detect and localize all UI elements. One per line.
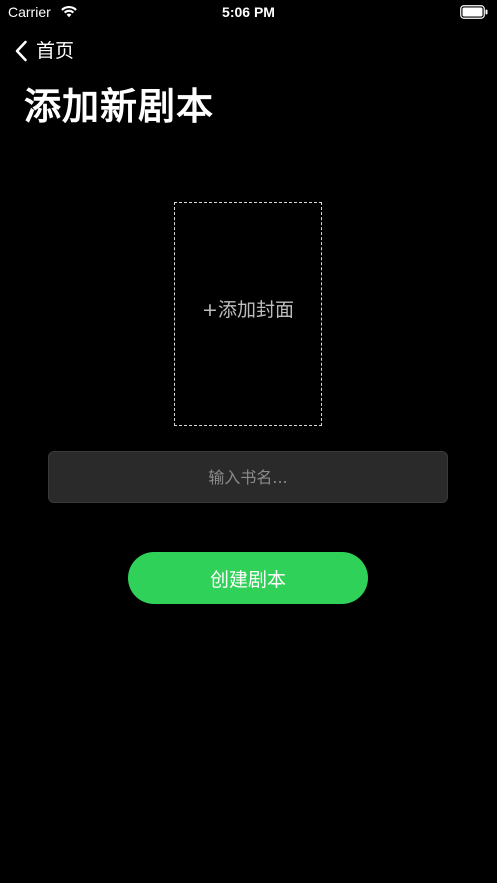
page-title: 添加新剧本 <box>24 85 214 128</box>
back-label: 首页 <box>36 40 75 62</box>
back-button[interactable]: 首页 <box>14 38 74 64</box>
status-bar: Carrier 5:06 PM <box>0 0 497 26</box>
create-script-button[interactable]: 创建剧本 <box>128 552 368 604</box>
add-cover-label: +添加封面 <box>202 298 294 321</box>
add-cover-button[interactable]: +添加封面 <box>174 202 322 426</box>
clock: 5:06 PM <box>222 4 275 20</box>
book-title-input[interactable] <box>48 451 448 503</box>
chevron-left-icon <box>15 40 27 62</box>
battery-icon <box>460 5 488 19</box>
